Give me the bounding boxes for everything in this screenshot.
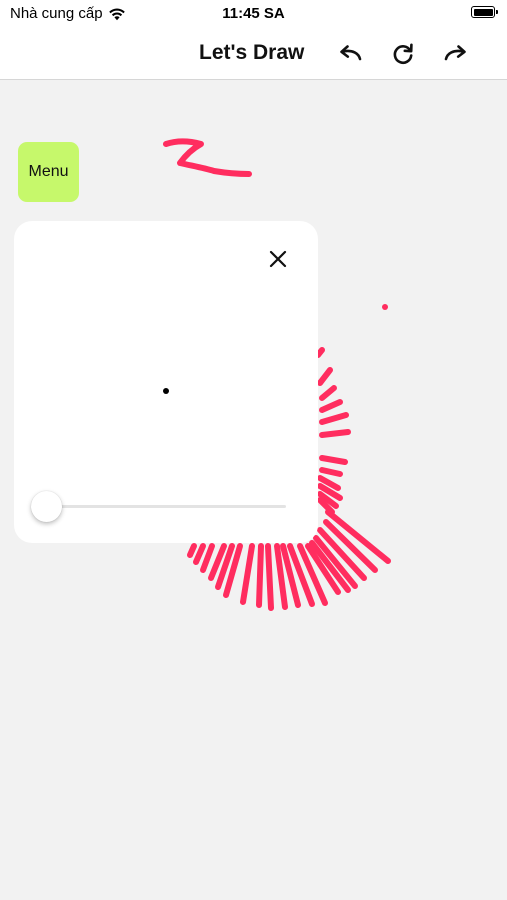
battery-tip [496, 10, 498, 14]
refresh-icon [393, 43, 413, 65]
status-time: 11:45 SA [222, 5, 285, 22]
brush-size-preview [163, 388, 169, 394]
status-bar: Nhà cung cấp 11:45 SA [0, 0, 507, 28]
undo-icon [340, 45, 362, 61]
slider-thumb[interactable] [31, 491, 62, 522]
undo-button[interactable] [336, 40, 364, 68]
dot-stroke [382, 304, 388, 310]
page-title: Let's Draw [199, 41, 305, 64]
nav-bar: Let's Draw [0, 28, 507, 80]
close-icon [269, 250, 287, 268]
slider-track[interactable] [46, 505, 286, 508]
brush-settings-panel [14, 221, 318, 543]
refresh-button[interactable] [389, 40, 417, 68]
close-button[interactable] [266, 247, 290, 271]
app-screen: Nhà cung cấp 11:45 SA Let's Draw Menu [0, 0, 507, 900]
battery-fill [473, 8, 493, 16]
redo-icon [444, 45, 466, 61]
menu-button[interactable]: Menu [18, 142, 79, 202]
brush-size-slider[interactable] [31, 491, 286, 522]
arrow-stroke [163, 138, 252, 177]
redo-button[interactable] [442, 40, 470, 68]
battery-icon [471, 6, 498, 18]
